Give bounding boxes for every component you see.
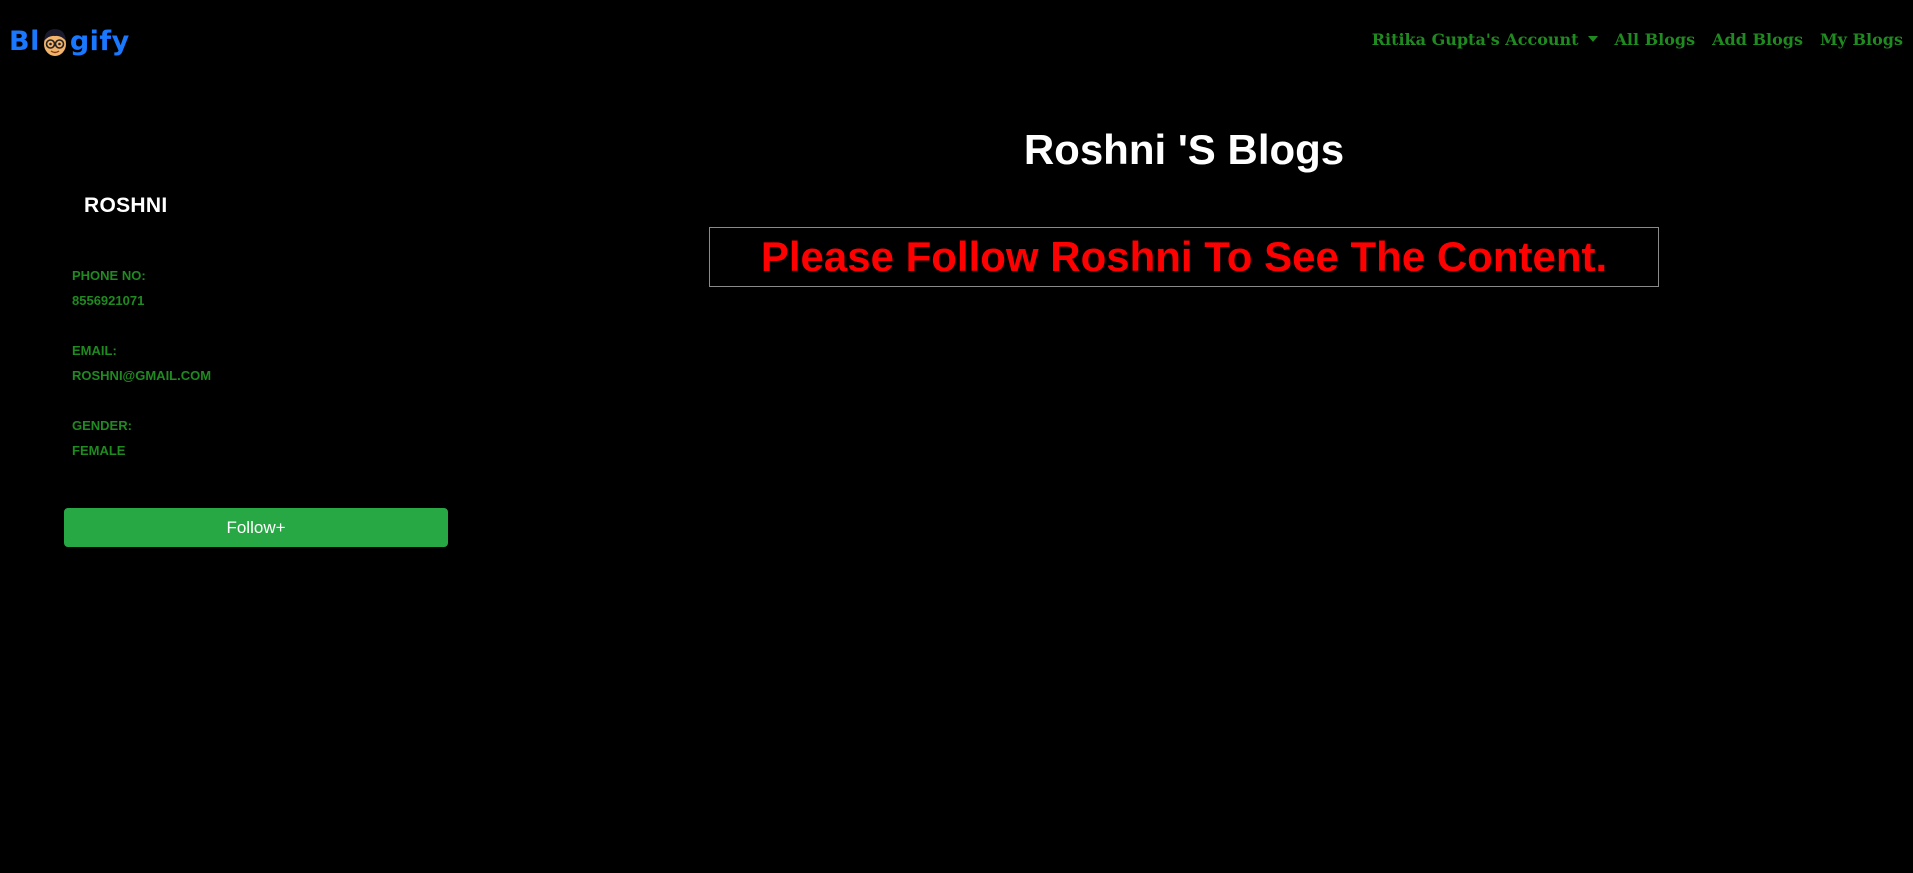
cartoon-face-logo-icon [43, 29, 66, 56]
nav-links: Ritika Gupta's Account All Blogs Add Blo… [1372, 30, 1903, 49]
gender-value: FEMALE [72, 443, 126, 458]
follow-notice-box: Please Follow Roshni To See The Content. [709, 227, 1659, 287]
email-label: EMAIL: [72, 343, 117, 358]
account-dropdown[interactable]: Ritika Gupta's Account [1372, 30, 1598, 49]
follow-notice-text: Please Follow Roshni To See The Content. [760, 233, 1608, 280]
phone-label: PHONE NO: [72, 268, 146, 283]
profile-name: ROSHNI [84, 194, 168, 217]
page-title: Roshni 'S Blogs [1023, 126, 1345, 173]
follow-button[interactable]: Follow+ [64, 508, 448, 547]
brand-suffix: gify [69, 26, 130, 57]
email-info: EMAIL: ROSHNI@GMAIL.COM [72, 338, 211, 388]
navbar: Bl gify Ritika Gupta's Account All Blogs… [0, 0, 1913, 84]
gender-info: GENDER: FEMALE [72, 413, 132, 463]
nav-link-all-blogs[interactable]: All Blogs [1615, 30, 1696, 49]
phone-value: 8556921071 [72, 293, 145, 308]
email-value: ROSHNI@GMAIL.COM [72, 368, 212, 383]
nav-link-my-blogs[interactable]: My Blogs [1820, 30, 1903, 49]
brand-logo[interactable]: Bl gify [9, 24, 130, 60]
nav-link-add-blogs[interactable]: Add Blogs [1712, 30, 1803, 49]
caret-down-icon [1587, 35, 1598, 42]
page: Bl gify Ritika Gupta's Account All Blogs… [0, 0, 1913, 873]
gender-label: GENDER: [72, 418, 132, 433]
brand-prefix: Bl [9, 26, 40, 57]
account-dropdown-label: Ritika Gupta's Account [1371, 30, 1579, 49]
phone-info: PHONE NO: 8556921071 [72, 263, 146, 313]
